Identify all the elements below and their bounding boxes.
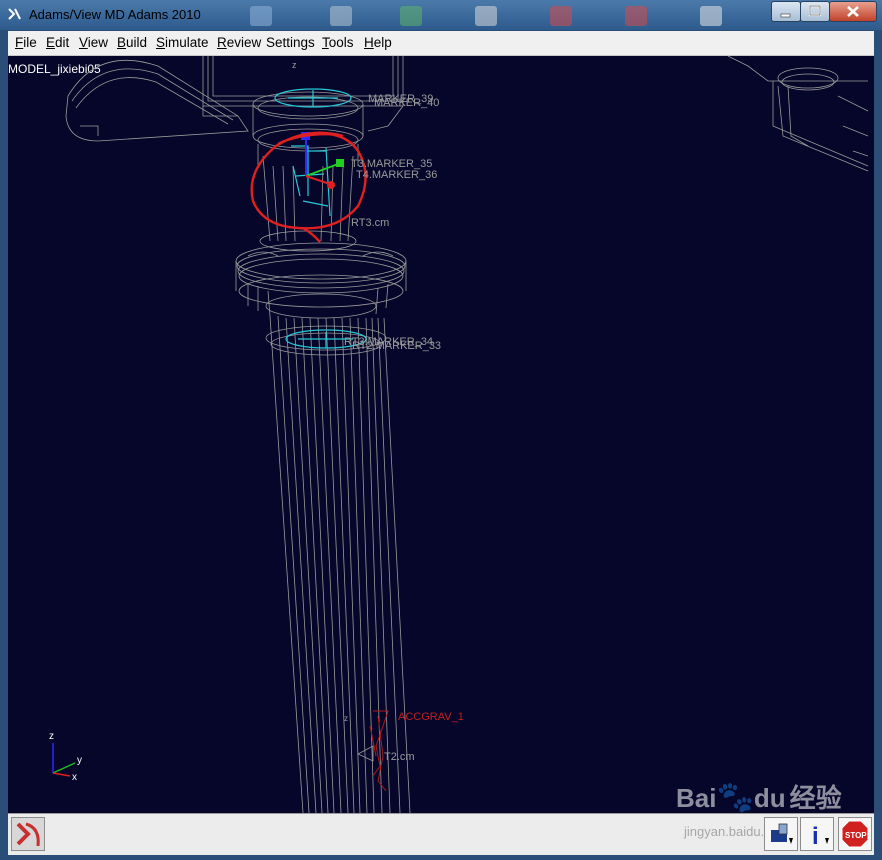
svg-text:STOP: STOP [845,831,867,840]
minimize-icon [780,13,791,18]
status-message-field [48,819,748,847]
marker-33-label: RT2.MARKER_33 [352,340,441,352]
part2-cm-label: T2.cm [384,751,415,763]
triad-y-label: y [77,755,82,766]
marker-40-label: MARKER_40 [374,97,439,109]
svg-text:i: i [812,823,819,850]
info-button[interactable]: i [800,817,834,851]
close-button[interactable] [829,1,877,22]
part3-cm-label: RT3.cm [351,217,389,229]
toolbox-icon [771,823,793,844]
stop-button[interactable]: STOP [838,817,872,851]
menu-view[interactable]: View [79,35,108,50]
background-taskbar-blur [230,4,760,28]
menu-bar: File Edit View Build Simulate Review Set… [8,31,874,56]
menu-file[interactable]: File [15,35,37,50]
maximize-icon [808,4,822,17]
marker-36-label: T4.MARKER_36 [356,169,437,181]
accgrav-label: ACCGRAV_1 [398,711,464,723]
adams-logo-button[interactable] [11,817,45,851]
top-z-label: z [292,60,297,70]
adams-window: Adams/View MD Adams 2010 File Edit View … [0,0,882,860]
stop-icon: STOP [841,820,869,848]
info-icon: i [812,823,829,850]
menu-simulate[interactable]: Simulate [156,35,209,50]
menu-build[interactable]: Build [117,35,147,50]
close-icon [847,6,859,17]
minimize-button[interactable] [771,1,801,22]
menu-edit[interactable]: Edit [46,35,69,50]
status-bar: jingyan.baidu.com i STOP [8,813,874,855]
wireframe-model: z z MARKER_39 MARKER_40 T3.MARKER_35 T4.… [65,56,869,813]
adams-app-icon [8,8,21,20]
triad-x-label: x [72,772,77,783]
global-axis-triad: z y x [49,731,82,783]
triad-z-label: z [49,731,54,742]
title-bar[interactable]: Adams/View MD Adams 2010 [0,0,882,30]
maximize-button[interactable] [800,1,830,22]
menu-settings[interactable]: Settings [266,35,315,50]
adams-logo-icon [16,822,40,847]
svg-text:z: z [344,714,348,723]
toolbox-button[interactable] [764,817,798,851]
model-viewport[interactable]: MODEL_jixiebi05 z z MARKER_39 MARKER_40 … [8,56,874,813]
window-title: Adams/View MD Adams 2010 [29,7,201,22]
baidu-watermark: Bai🐾du 经验 [676,781,842,813]
menu-help[interactable]: Help [364,35,392,50]
menu-tools[interactable]: Tools [322,35,354,50]
menu-review[interactable]: Review [217,35,261,50]
